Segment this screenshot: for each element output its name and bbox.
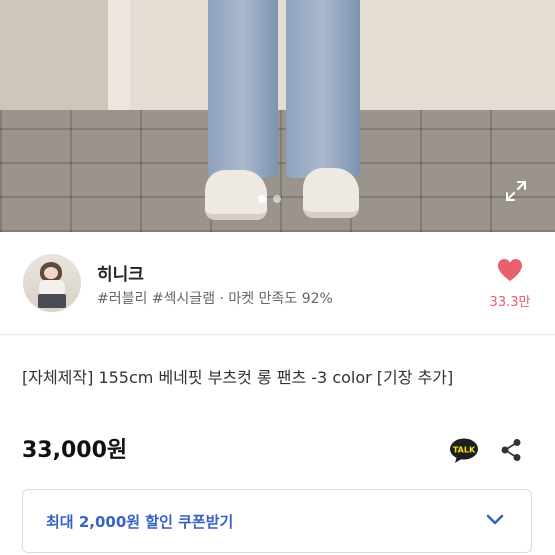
coupon-download-button[interactable]: 최대 2,000원 할인 쿠폰받기: [22, 489, 532, 553]
avatar-skirt: [38, 294, 66, 308]
chevron-down-icon: [485, 512, 505, 526]
heart-icon[interactable]: [497, 258, 523, 282]
expand-icon[interactable]: [504, 179, 528, 203]
avatar-face: [44, 267, 58, 279]
seller-section[interactable]: 히니크 #러블리 #섹시글램 · 마켓 만족도 92% 33.3만: [0, 232, 555, 335]
photo-left-leg: [208, 0, 278, 178]
product-page: 히니크 #러블리 #섹시글램 · 마켓 만족도 92% 33.3만 [자체제작]…: [0, 0, 555, 555]
product-price: 33,000원: [22, 438, 128, 463]
product-title: [자체제작] 155cm 베네핏 부츠컷 롱 팬츠 -3 color [기장 추…: [22, 368, 454, 387]
share-icon[interactable]: [500, 438, 522, 462]
coupon-label: 최대 2,000원 할인 쿠폰받기: [46, 513, 234, 531]
svg-text:TALK: TALK: [453, 446, 476, 455]
product-image-carousel[interactable]: [0, 0, 555, 232]
carousel-indicator: [258, 195, 281, 203]
seller-name[interactable]: 히니크: [97, 260, 144, 285]
photo-right-leg: [286, 0, 360, 178]
photo-right-shoe: [303, 168, 359, 218]
like-count: 33.3만: [489, 295, 531, 310]
seller-tags: #러블리 #섹시글램 · 마켓 만족도 92%: [97, 291, 333, 307]
kakao-talk-icon[interactable]: TALK: [449, 438, 479, 464]
carousel-dot-2[interactable]: [273, 195, 281, 203]
carousel-dot-1[interactable]: [258, 195, 266, 203]
seller-avatar[interactable]: [23, 254, 81, 312]
